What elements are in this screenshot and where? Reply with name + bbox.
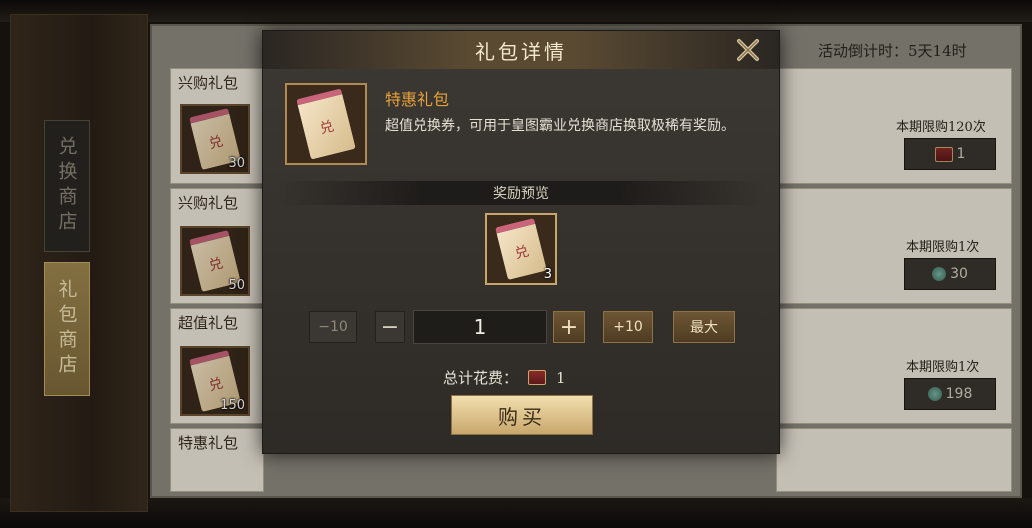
gift-description: 超值兑换券，可用于皇图霸业兑换商店换取极稀有奖励。 [385,118,735,134]
close-button[interactable] [733,35,763,65]
total-cost-value: 1 [556,368,566,387]
reward-item-slot[interactable]: 兑 3 [485,213,557,285]
minus-button[interactable]: − [375,311,405,343]
plus-10-button[interactable]: +10 [603,311,653,343]
buy-button[interactable]: 购买 [451,395,593,435]
total-cost-row: 总计花费： 1 [443,367,566,388]
reward-count: 3 [543,267,552,282]
exchange-ticket-icon: 兑 [495,217,547,281]
close-icon [737,39,759,61]
max-button[interactable]: 最大 [673,311,735,343]
modal-header: 礼包详情 [263,31,779,69]
minus-10-button[interactable]: −10 [309,311,357,343]
gift-detail-modal: 礼包详情 兑 特惠礼包 超值兑换券，可用于皇图霸业兑换商店换取极稀有奖励。 奖励… [262,30,780,454]
total-cost-label: 总计花费： [443,369,519,387]
reward-preview-label: 奖励预览 [493,186,549,202]
gift-item-icon: 兑 [285,83,367,165]
modal-title: 礼包详情 [475,39,567,64]
exchange-ticket-icon: 兑 [296,88,356,160]
gift-name: 特惠礼包 [385,90,450,109]
plus-button[interactable]: + [553,311,585,343]
quantity-input[interactable] [413,310,547,344]
reward-preview-header: 奖励预览 [277,181,765,205]
chest-icon [528,370,547,385]
